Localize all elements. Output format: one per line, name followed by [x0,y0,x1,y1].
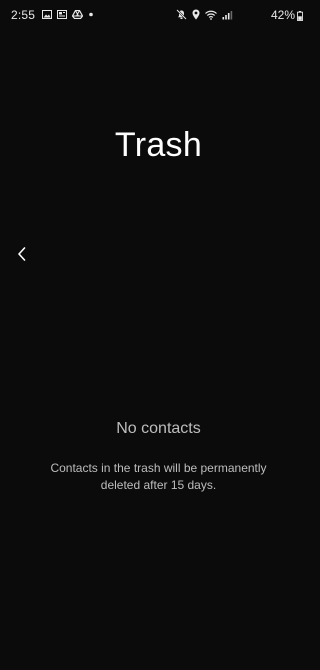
drive-icon [72,10,83,19]
status-time: 2:55 [11,8,36,22]
news-icon [57,10,67,19]
system-icons [176,9,233,20]
mute-icon [176,9,187,20]
page-title: Trash [114,126,203,164]
battery-icon [297,10,303,24]
trash-screen: 2:55 42% Trash No contacts Contacts in t… [0,0,317,670]
gallery-icon [42,10,52,19]
dot-icon [88,10,94,19]
chevron-left-icon [16,246,28,262]
battery-percent: 42% [270,8,295,22]
wifi-icon [205,10,217,20]
signal-icon [222,10,233,20]
status-bar: 2:55 42% [0,0,317,30]
back-button[interactable] [10,242,34,266]
notification-icons [42,10,94,19]
location-icon [192,9,200,20]
empty-state-title: No contacts [116,420,201,437]
empty-state-description: Contacts in the trash will be permanentl… [50,461,267,492]
